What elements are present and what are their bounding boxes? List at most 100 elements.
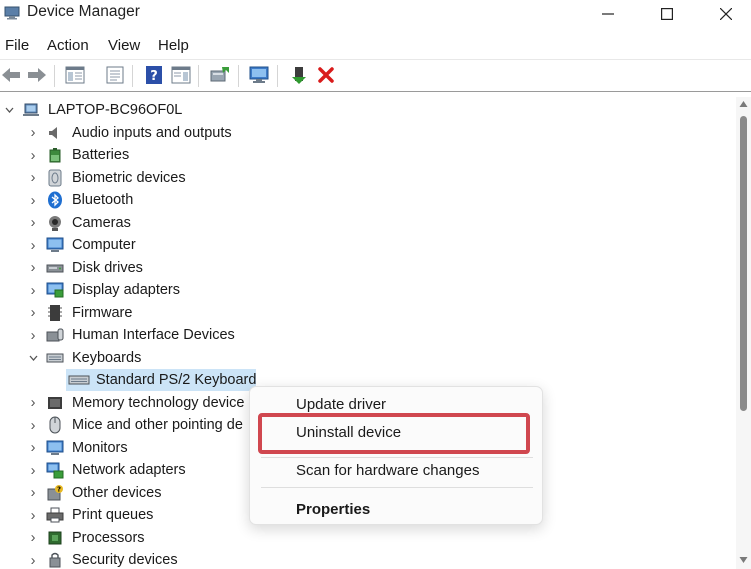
tree-item-audio[interactable]: Audio inputs and outputs xyxy=(72,125,232,141)
expand-chevron[interactable]: › xyxy=(28,418,38,434)
display-adapter-icon xyxy=(46,282,64,298)
hid-icon xyxy=(46,328,64,342)
battery-icon xyxy=(49,148,61,163)
expand-chevron[interactable]: › xyxy=(28,553,38,569)
mouse-icon xyxy=(49,416,61,434)
keyboard-icon xyxy=(46,353,64,363)
menu-help[interactable]: Help xyxy=(158,37,189,54)
tree-item-display-adapters[interactable]: Display adapters xyxy=(72,282,180,298)
tree-item-security-devices[interactable]: Security devices xyxy=(72,552,178,568)
tree-item-computer[interactable]: Computer xyxy=(72,237,136,253)
tree-item-bluetooth[interactable]: Bluetooth xyxy=(72,192,133,208)
computer-icon xyxy=(46,237,64,252)
scroll-down-arrow-icon[interactable] xyxy=(739,556,748,564)
maximize-button[interactable] xyxy=(644,0,690,28)
expand-chevron[interactable]: › xyxy=(28,485,38,501)
help-button[interactable]: ? xyxy=(143,64,165,86)
enable-device-icon xyxy=(292,67,306,84)
expand-chevron[interactable]: › xyxy=(28,440,38,456)
disk-drive-icon xyxy=(46,264,64,273)
menu-separator xyxy=(261,487,533,488)
expand-chevron[interactable]: › xyxy=(28,238,38,254)
help-icon: ? xyxy=(146,66,162,84)
expand-chevron[interactable]: › xyxy=(28,395,38,411)
back-arrow-icon xyxy=(2,68,20,82)
root-collapse-chevron[interactable] xyxy=(4,105,14,115)
expand-chevron[interactable]: › xyxy=(28,530,38,546)
uninstall-icon xyxy=(318,67,334,83)
bluetooth-icon xyxy=(48,191,62,209)
tree-item-standard-ps2-keyboard[interactable]: Standard PS/2 Keyboard xyxy=(96,372,256,388)
show-hide-console-tree-button[interactable] xyxy=(64,64,86,86)
other-devices-icon: ? xyxy=(47,485,63,501)
tree-item-network-adapters[interactable]: Network adapters xyxy=(72,462,186,478)
device-manager-app-icon xyxy=(4,6,20,20)
properties-label: Properties xyxy=(296,501,371,518)
tree-item-memory[interactable]: Memory technology device xyxy=(72,395,244,411)
menu-view[interactable]: View xyxy=(108,37,140,54)
forward-button[interactable] xyxy=(26,64,48,86)
root-computer-label[interactable]: LAPTOP-BC96OF0L xyxy=(48,102,182,118)
expand-chevron[interactable]: › xyxy=(28,260,38,276)
biometric-icon xyxy=(48,169,62,187)
action-pane-icon xyxy=(171,66,191,84)
action-pane-button[interactable] xyxy=(170,64,192,86)
memory-icon xyxy=(48,397,62,409)
menu-file[interactable]: File xyxy=(5,37,29,54)
forward-arrow-icon xyxy=(28,68,46,82)
title-bar: Device Manager xyxy=(0,0,751,30)
tree-item-biometric[interactable]: Biometric devices xyxy=(72,170,186,186)
close-button[interactable] xyxy=(703,0,749,28)
expand-chevron[interactable]: › xyxy=(28,193,38,209)
tree-item-disk-drives[interactable]: Disk drives xyxy=(72,260,143,276)
tree-item-firmware[interactable]: Firmware xyxy=(72,305,132,321)
update-driver-button[interactable] xyxy=(209,64,231,86)
svg-text:?: ? xyxy=(57,486,61,494)
menu-item-scan-hardware[interactable]: Scan for hardware changes xyxy=(250,456,544,486)
security-icon xyxy=(49,552,61,568)
scrollbar-thumb[interactable] xyxy=(740,116,747,411)
properties-icon xyxy=(106,66,124,84)
expand-chevron[interactable]: › xyxy=(28,148,38,164)
firmware-icon xyxy=(48,305,62,321)
scan-hardware-button[interactable] xyxy=(248,64,270,86)
expand-chevron[interactable]: › xyxy=(28,283,38,299)
tree-item-processors[interactable]: Processors xyxy=(72,530,145,546)
minimize-button[interactable] xyxy=(585,0,631,28)
expand-chevron[interactable]: › xyxy=(28,305,38,321)
update-driver-icon xyxy=(210,67,229,82)
scroll-up-arrow-icon[interactable] xyxy=(739,100,748,108)
processor-icon xyxy=(48,531,62,545)
network-adapter-icon xyxy=(46,462,64,479)
keyboard-device-icon xyxy=(68,375,90,385)
tree-item-mice[interactable]: Mice and other pointing de xyxy=(72,417,243,433)
properties-button[interactable] xyxy=(104,64,126,86)
expand-chevron[interactable]: › xyxy=(28,463,38,479)
camera-icon xyxy=(49,216,61,231)
tree-item-other-devices[interactable]: Other devices xyxy=(72,485,161,501)
expand-chevron[interactable]: › xyxy=(28,215,38,231)
maximize-icon xyxy=(661,8,673,20)
uninstall-button[interactable] xyxy=(315,64,337,86)
expand-chevron[interactable]: › xyxy=(28,328,38,344)
expand-chevron[interactable]: › xyxy=(28,170,38,186)
menu-action[interactable]: Action xyxy=(47,37,89,54)
enable-device-button[interactable] xyxy=(288,64,310,86)
tree-item-print-queues[interactable]: Print queues xyxy=(72,507,153,523)
tree-item-batteries[interactable]: Batteries xyxy=(72,147,129,163)
expand-chevron[interactable]: › xyxy=(28,508,38,524)
update-driver-label: Update driver xyxy=(296,396,387,413)
annotation-highlight-box xyxy=(258,413,530,454)
back-button[interactable] xyxy=(0,64,22,86)
tree-item-cameras[interactable]: Cameras xyxy=(72,215,131,231)
svg-text:?: ? xyxy=(150,69,158,84)
menu-item-properties[interactable]: Properties xyxy=(250,495,544,525)
tree-item-hid[interactable]: Human Interface Devices xyxy=(72,327,235,343)
laptop-icon xyxy=(23,103,39,116)
minimize-icon xyxy=(602,13,614,15)
expand-chevron[interactable]: › xyxy=(28,125,38,141)
tree-item-monitors[interactable]: Monitors xyxy=(72,440,128,456)
tree-item-keyboards[interactable]: Keyboards xyxy=(72,350,141,366)
collapse-chevron[interactable] xyxy=(28,353,38,363)
chevron-down-icon xyxy=(5,107,13,113)
